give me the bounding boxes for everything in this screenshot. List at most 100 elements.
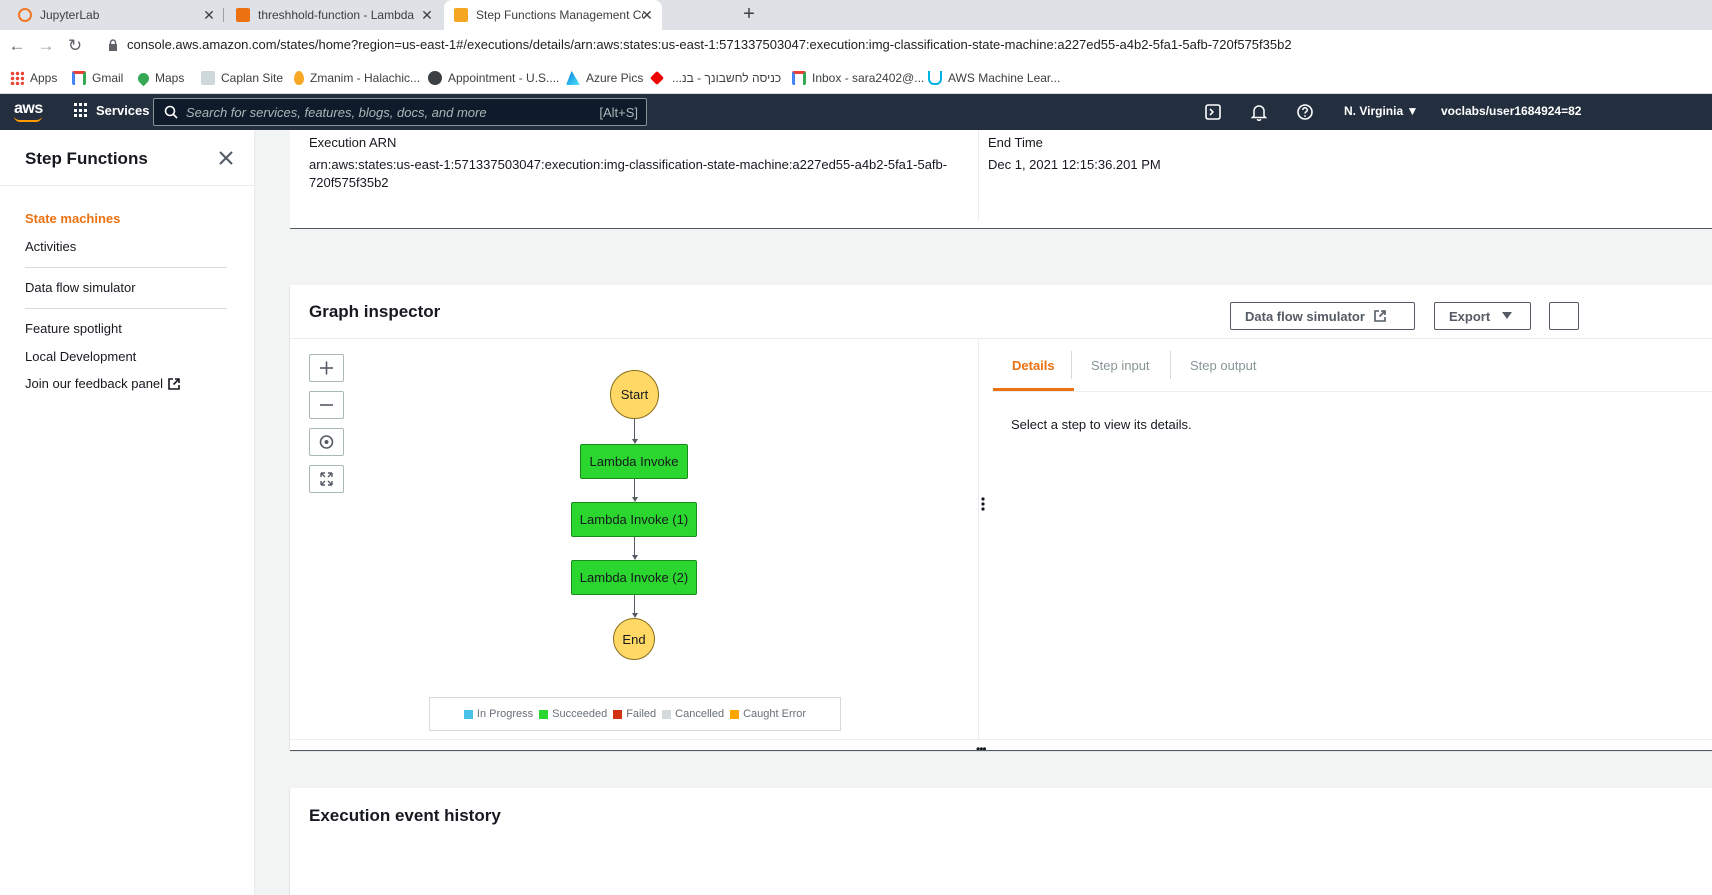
bookmark-appointment[interactable]: Appointment - U.S.... <box>428 70 559 86</box>
close-icon[interactable]: ✕ <box>640 8 654 22</box>
maps-pin-icon <box>135 70 152 86</box>
bookmark-bank[interactable]: כניסה לחשבונך - בנ... <box>649 70 782 86</box>
tab-step-output[interactable]: Step output <box>1171 351 1276 391</box>
expand-icon <box>320 472 333 486</box>
cloudshell-icon[interactable] <box>1204 103 1222 121</box>
side-navigation: Step Functions State machines Activities… <box>0 130 255 895</box>
page-icon <box>201 71 215 85</box>
state-lambda-invoke[interactable]: Lambda Invoke <box>580 444 688 479</box>
tab-step-input[interactable]: Step input <box>1072 351 1169 391</box>
sidebar-item-feedback-panel[interactable]: Join our feedback panel <box>25 376 181 391</box>
seal-icon <box>428 71 442 85</box>
help-icon[interactable] <box>1296 103 1314 121</box>
sidebar-title[interactable]: Step Functions <box>25 149 148 169</box>
execution-arn-value-line2: 720f575f35b2 <box>309 175 389 190</box>
legend-label: Caught Error <box>743 708 807 720</box>
browser-tab-step-functions[interactable]: Step Functions Management Con ✕ <box>444 0 662 30</box>
browser-tab-lambda[interactable]: threshhold-function - Lambda ✕ <box>226 0 442 30</box>
execution-arn-label: Execution ARN <box>309 135 397 150</box>
bookmark-aws-ml[interactable]: AWS Machine Lear... <box>928 70 1060 86</box>
azure-icon <box>566 71 580 85</box>
reload-icon[interactable]: ↻ <box>65 36 85 56</box>
bookmark-gmail[interactable]: Gmail <box>72 70 123 86</box>
state-end[interactable]: End <box>613 618 655 660</box>
more-button[interactable] <box>1549 302 1579 330</box>
horizontal-resize-handle[interactable]: ••• <box>290 739 1712 756</box>
graph-inspector-title: Graph inspector <box>309 302 441 321</box>
region-selector[interactable]: N. Virginia ▼ <box>1344 104 1418 118</box>
bookmark-inbox[interactable]: Inbox - sara2402@... <box>792 70 924 86</box>
services-menu-button[interactable]: Services <box>74 103 150 118</box>
transition-arrow <box>634 595 635 615</box>
aws-logo-smile <box>14 116 42 122</box>
sidebar-item-local-development[interactable]: Local Development <box>25 349 136 364</box>
divider <box>25 267 227 268</box>
zoom-out-button[interactable] <box>309 391 344 419</box>
lambda-icon <box>236 8 250 22</box>
button-label: Export <box>1449 308 1491 324</box>
data-flow-simulator-button[interactable]: Data flow simulator <box>1230 302 1415 330</box>
address-bar: ← → ↻ console.aws.amazon.com/states/home… <box>0 30 1712 62</box>
legend-swatch <box>539 709 549 719</box>
bookmark-apps[interactable]: Apps <box>10 70 57 86</box>
fit-graph-button[interactable] <box>309 465 344 493</box>
bookmark-zmanim[interactable]: Zmanim - Halachic... <box>294 70 420 86</box>
url-field[interactable]: console.aws.amazon.com/states/home?regio… <box>127 37 1292 52</box>
bookmark-label: Caplan Site <box>221 71 284 85</box>
close-icon[interactable]: ✕ <box>202 8 216 22</box>
bookmark-maps[interactable]: Maps <box>135 70 184 86</box>
bookmark-label: Apps <box>30 71 58 85</box>
bookmark-caplan[interactable]: Caplan Site <box>201 70 283 86</box>
new-tab-icon[interactable]: + <box>738 4 760 26</box>
transition-arrow <box>634 419 635 441</box>
sidebar-item-state-machines[interactable]: State machines <box>25 211 120 226</box>
step-details-panel: Details Step input Step output Select a … <box>993 339 1712 739</box>
bookmark-label: Zmanim - Halachic... <box>310 71 421 85</box>
vertical-resize-handle[interactable] <box>981 497 985 511</box>
divider <box>978 130 979 220</box>
close-icon[interactable]: ✕ <box>420 8 434 22</box>
minus-icon <box>320 404 333 406</box>
bookmark-label: כניסה לחשבונך - בנ... <box>672 71 782 85</box>
bell-icon[interactable] <box>1250 103 1268 121</box>
main-content: Execution ARN arn:aws:states:us-east-1:5… <box>255 130 1712 895</box>
state-lambda-invoke-2[interactable]: Lambda Invoke (2) <box>571 560 697 595</box>
forward-icon[interactable]: → <box>36 36 56 56</box>
close-icon[interactable] <box>217 149 235 167</box>
bookmarks-bar: Apps Gmail Maps Caplan Site Zmanim - Hal… <box>0 62 1712 94</box>
bookmark-label: Gmail <box>92 71 124 85</box>
legend-swatch <box>730 709 740 719</box>
apps-grid-icon <box>10 71 24 85</box>
state-machine-graph[interactable]: Start Lambda Invoke Lambda Invoke (1) La… <box>290 339 979 739</box>
legend-item: Failed <box>613 708 656 720</box>
center-graph-button[interactable] <box>309 428 344 456</box>
grid-icon <box>74 103 89 118</box>
lock-icon <box>109 39 117 51</box>
bookmark-label: AWS Machine Lear... <box>948 71 1061 85</box>
external-link-icon <box>168 377 180 390</box>
state-lambda-invoke-1[interactable]: Lambda Invoke (1) <box>571 502 697 537</box>
tab-details[interactable]: Details <box>993 351 1074 391</box>
legend-label: In Progress <box>476 708 534 720</box>
legend-item: In Progress <box>463 708 534 720</box>
account-menu[interactable]: voclabs/user1684924=82 <box>1441 104 1581 118</box>
jupyter-icon <box>18 8 32 22</box>
graph-inspector-panel: Graph inspector Data flow simulator Expo… <box>290 285 1712 756</box>
execution-event-history-panel: Execution event history <box>290 788 1712 895</box>
legend-label: Succeeded <box>552 708 608 720</box>
zoom-in-button[interactable] <box>309 354 344 382</box>
browser-tab-jupyterlab[interactable]: JupyterLab ✕ <box>8 0 224 30</box>
state-start[interactable]: Start <box>610 370 659 419</box>
sidebar-item-activities[interactable]: Activities <box>25 239 76 254</box>
export-button[interactable]: Export <box>1434 302 1531 330</box>
sidebar-item-data-flow-simulator[interactable]: Data flow simulator <box>25 280 136 295</box>
bookmark-azure[interactable]: Azure Pics <box>566 70 643 86</box>
search-input[interactable]: Search for services, features, blogs, do… <box>153 98 647 126</box>
external-link-icon <box>1374 310 1386 322</box>
back-icon[interactable]: ← <box>7 36 27 56</box>
sidebar-item-feature-spotlight[interactable]: Feature spotlight <box>25 321 122 336</box>
plus-icon <box>320 361 333 375</box>
end-time-label: End Time <box>988 135 1043 150</box>
sidebar-item-label: Join our feedback panel <box>25 376 164 391</box>
legend-item: Caught Error <box>730 708 806 720</box>
